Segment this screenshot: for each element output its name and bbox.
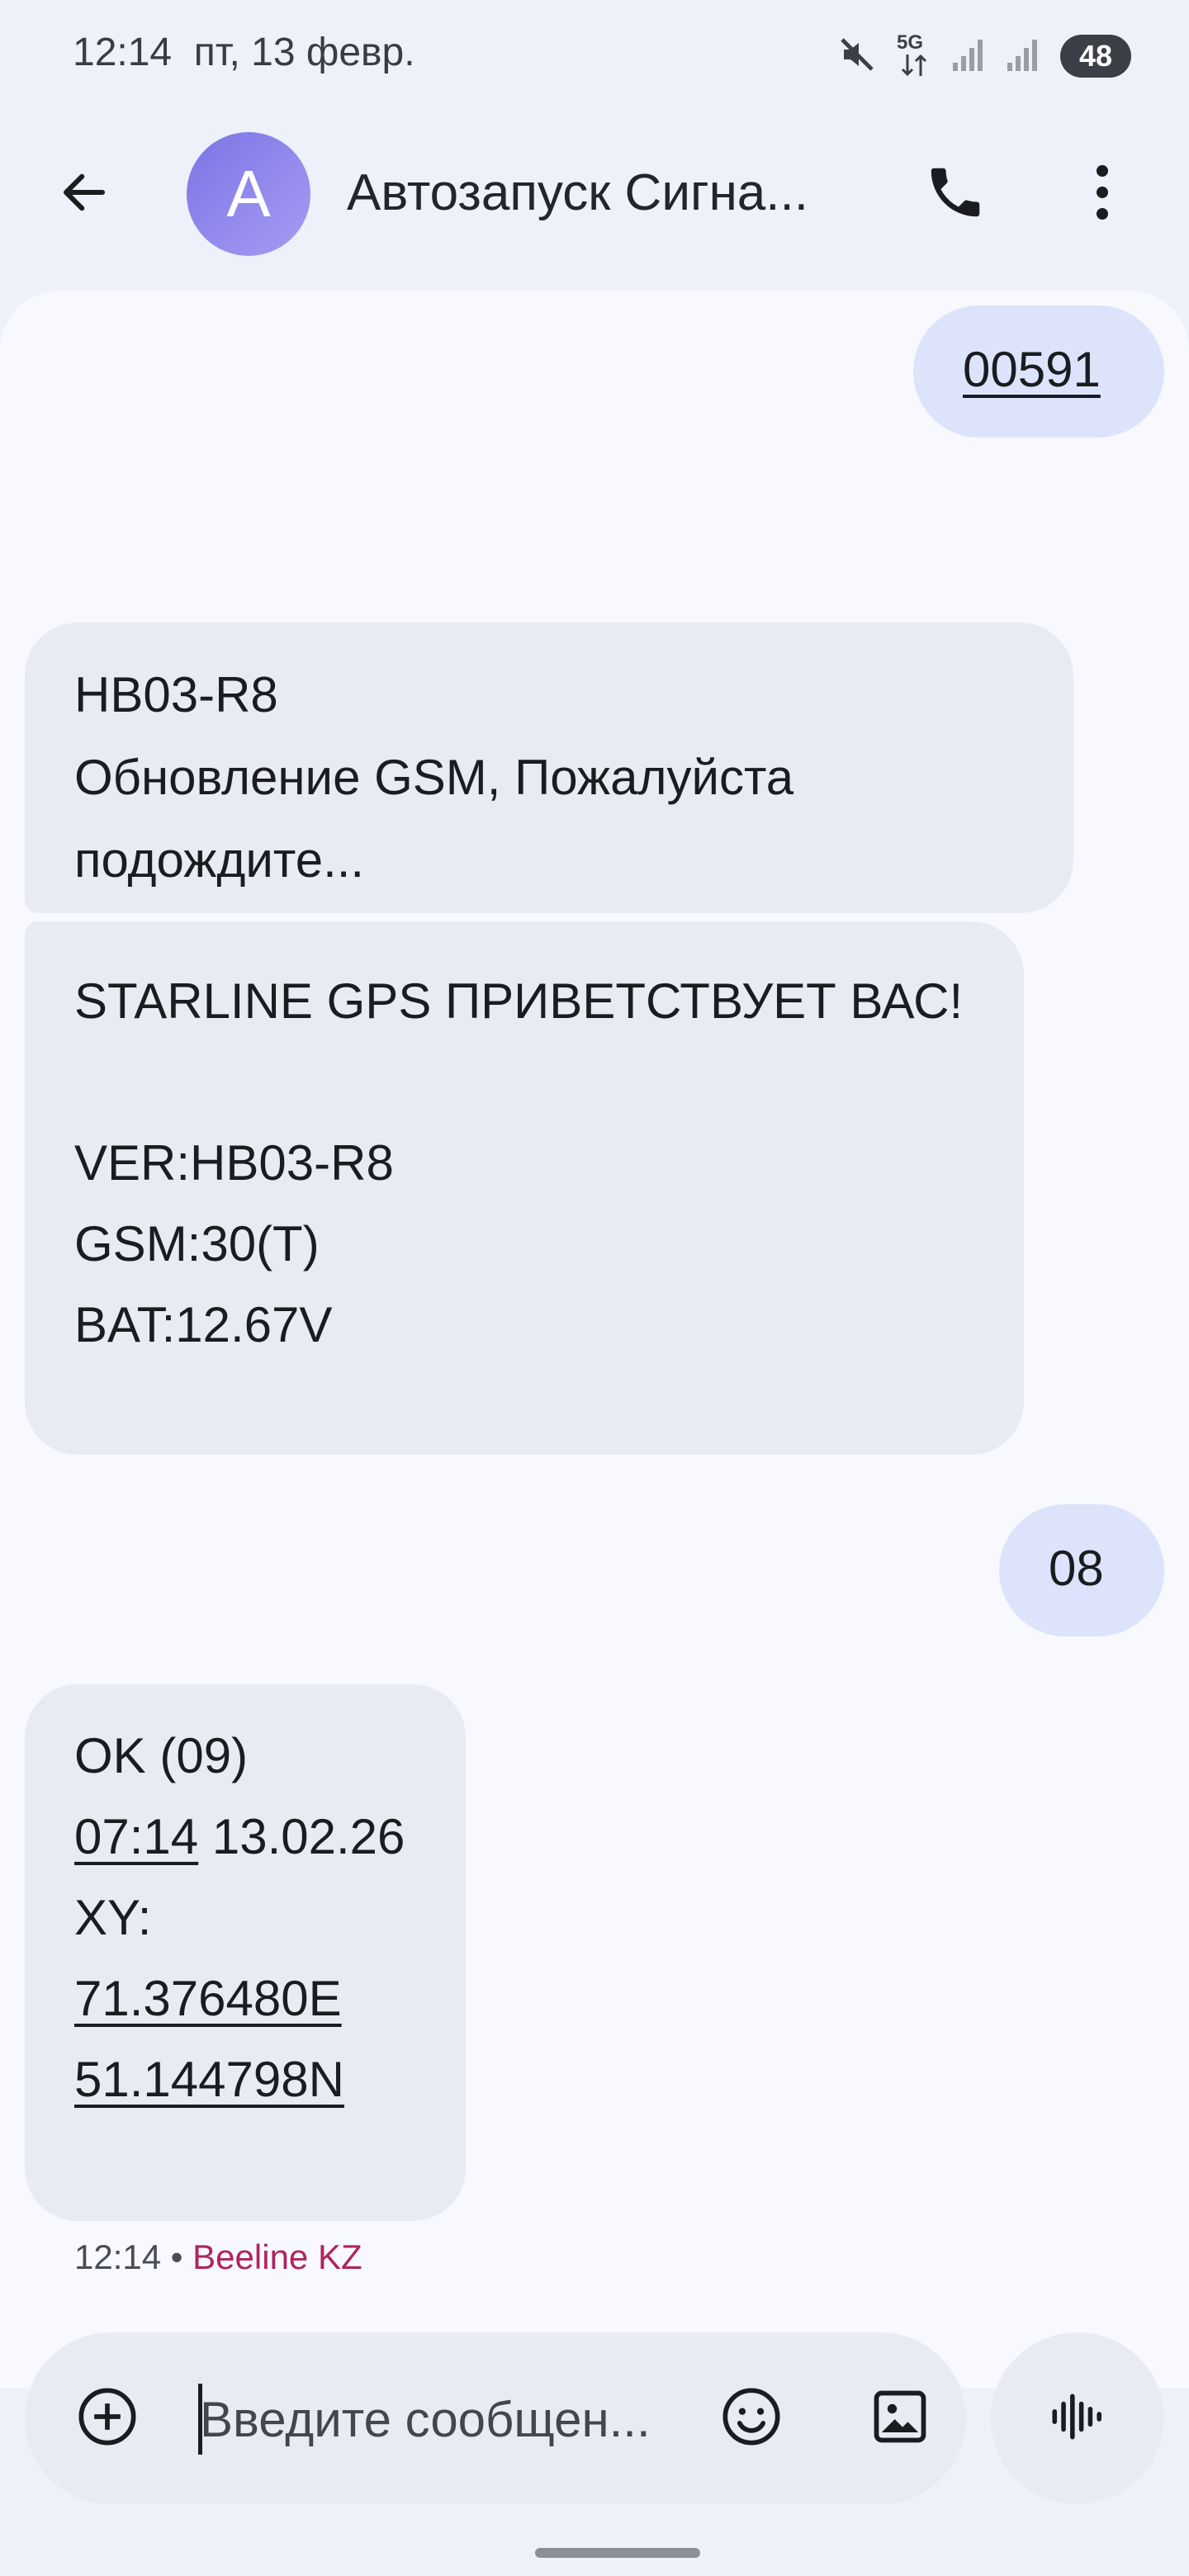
conversation-header: А Автозапуск Сигна... (0, 132, 1189, 256)
message-text: 08 (1049, 1541, 1104, 1596)
coordinate-link[interactable]: 71.376480E (74, 1958, 466, 2039)
carrier-label: Beeline KZ (192, 2237, 362, 2276)
message-text: VER:HB03-R8 (74, 1135, 394, 1191)
message-text: HB03-R8 (74, 667, 278, 722)
signal-icon (1006, 36, 1042, 77)
avatar[interactable]: А (187, 132, 310, 256)
more-vert-icon (1094, 164, 1111, 225)
mute-icon (837, 35, 877, 78)
message-text: BAT:12.67V (74, 1297, 333, 1352)
status-time: 12:14 (73, 31, 173, 74)
call-button[interactable] (918, 157, 992, 231)
meta-separator: • (170, 2237, 183, 2276)
voice-message-button[interactable] (991, 2332, 1164, 2504)
back-button[interactable] (51, 161, 117, 227)
signal-icon (951, 36, 988, 77)
message-composer (25, 2332, 966, 2504)
battery-icon: 48 (1060, 35, 1131, 78)
message-text: подождите... (74, 832, 365, 888)
message-time: 12:14 (74, 2237, 162, 2276)
status-bar: 12:14 пт, 13 февр. 5G 48 (0, 0, 1189, 107)
message-text[interactable]: 00591 (963, 329, 1164, 410)
outgoing-message[interactable]: 00591 (913, 305, 1164, 438)
message-text: GSM:30(T) (74, 1216, 320, 1271)
message-text: STARLINE GPS ПРИВЕТСТВУЕТ ВАС! (74, 973, 964, 1029)
more-options-button[interactable] (1073, 157, 1131, 231)
phone-icon (923, 160, 988, 229)
message-input[interactable] (173, 2374, 728, 2465)
add-icon (76, 2385, 139, 2452)
date-text: 13.02.26 (211, 1809, 405, 1864)
status-date: пт, 13 февр. (193, 31, 415, 74)
message-datetime: 07:14 13.02.26 (74, 1797, 466, 1878)
message-text (74, 1042, 1024, 1123)
message-text: OK (09) (74, 1728, 249, 1783)
status-icons: 5G 48 (837, 31, 1131, 81)
message-text: XY: (74, 1890, 152, 1945)
message-text: Обновление GSM, Пожалуйста (74, 750, 794, 805)
time-link[interactable]: 07:14 (74, 1809, 198, 1864)
message-meta: 12:14 • Beeline KZ (74, 2237, 362, 2277)
contact-name[interactable]: Автозапуск Сигна... (347, 163, 808, 222)
voice-icon (1047, 2386, 1108, 2451)
outgoing-message[interactable]: 08 (999, 1504, 1164, 1636)
incoming-message[interactable]: OK (09) 07:14 13.02.26 XY: 71.376480E 51… (25, 1684, 466, 2221)
home-indicator[interactable] (535, 2548, 700, 2558)
coordinate-link[interactable]: 51.144798N (74, 2039, 466, 2120)
image-icon (869, 2385, 931, 2452)
text-cursor (198, 2384, 202, 2455)
incoming-message[interactable]: HB03-R8 Обновление GSM, Пожалуйста подож… (25, 623, 1073, 913)
emoji-icon (720, 2385, 783, 2452)
gallery-button[interactable] (859, 2377, 941, 2460)
back-arrow-icon (57, 165, 111, 224)
5g-icon: 5G (895, 31, 933, 79)
status-time-date: 12:14 пт, 13 февр. (73, 30, 415, 75)
add-attachment-button[interactable] (66, 2377, 149, 2460)
emoji-button[interactable] (710, 2377, 793, 2460)
incoming-message[interactable]: STARLINE GPS ПРИВЕТСТВУЕТ ВАС! VER:HB03-… (25, 921, 1024, 1455)
